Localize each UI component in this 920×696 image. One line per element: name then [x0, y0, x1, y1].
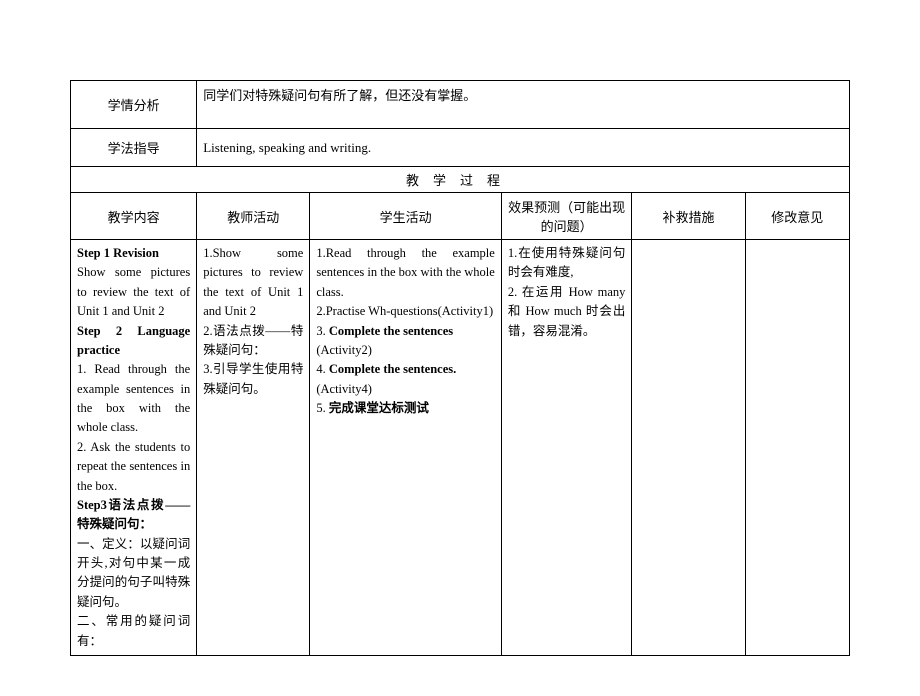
step1-text: Show some pictures to review the text of…: [77, 265, 190, 318]
teacher-2: 2.语法点拨——特殊疑问句：: [203, 324, 303, 357]
cell-prediction: 1.在使用特殊疑问句时会有难度, 2. 在运用 How many 和 How m…: [501, 240, 632, 656]
col-student: 学生活动: [310, 193, 501, 240]
student-3c: (Activity2): [316, 343, 372, 357]
row-method: 学法指导 Listening, speaking and writing.: [71, 129, 850, 167]
col-prediction: 效果预测（可能出现的问题）: [501, 193, 632, 240]
teacher-1: 1.Show some pictures to review the text …: [203, 246, 303, 318]
row-body: Step 1 Revision Show some pictures to re…: [71, 240, 850, 656]
student-4b: Complete the sentences.: [329, 362, 456, 376]
step1-title: Step 1 Revision: [77, 246, 159, 260]
row-column-headers: 教学内容 教师活动 学生活动 效果预测（可能出现的问题） 补救措施 修改意见: [71, 193, 850, 240]
cell-teacher: 1.Show some pictures to review the text …: [197, 240, 310, 656]
student-3b: Complete the sentences: [329, 324, 453, 338]
cell-content: Step 1 Revision Show some pictures to re…: [71, 240, 197, 656]
row-process-header: 教学过程: [71, 167, 850, 193]
teacher-3: 3.引导学生使用特殊疑问句。: [203, 362, 303, 395]
row-analysis: 学情分析 同学们对特殊疑问句有所了解，但还没有掌握。: [71, 81, 850, 129]
col-revision: 修改意见: [745, 193, 849, 240]
teaching-process-title: 教学过程: [71, 167, 850, 193]
value-analysis: 同学们对特殊疑问句有所了解，但还没有掌握。: [197, 81, 850, 129]
cell-remedy: [632, 240, 745, 656]
step2-item1: 1. Read through the example sentences in…: [77, 362, 190, 434]
student-4a: 4.: [316, 362, 329, 376]
step3-item2: 二、常用的疑问词有：: [77, 614, 190, 647]
student-4c: (Activity4): [316, 382, 372, 396]
cell-revision: [745, 240, 849, 656]
prediction-1: 1.在使用特殊疑问句时会有难度,: [508, 246, 626, 279]
student-3a: 3.: [316, 324, 329, 338]
value-method: Listening, speaking and writing.: [197, 129, 850, 167]
step2-title: Step 2 Language practice: [77, 324, 190, 357]
step3-title: Step3语法点拨——特殊疑问句：: [77, 498, 190, 531]
student-5a: 5.: [316, 401, 329, 415]
student-2: 2.Practise Wh-questions(Activity1): [316, 304, 493, 318]
label-method: 学法指导: [71, 129, 197, 167]
label-analysis: 学情分析: [71, 81, 197, 129]
step2-item2: 2. Ask the students to repeat the senten…: [77, 440, 190, 493]
step3-item1: 一、定义：以疑问词开头,对句中某一成分提问的句子叫特殊疑问句。: [77, 537, 190, 609]
col-remedy: 补救措施: [632, 193, 745, 240]
cell-student: 1.Read through the example sentences in …: [310, 240, 501, 656]
col-teacher: 教师活动: [197, 193, 310, 240]
student-5b: 完成课堂达标测试: [329, 401, 429, 415]
prediction-2: 2. 在运用 How many 和 How much 时会出错，容易混淆。: [508, 285, 626, 338]
lesson-plan-table: 学情分析 同学们对特殊疑问句有所了解，但还没有掌握。 学法指导 Listenin…: [70, 80, 850, 656]
student-1: 1.Read through the example sentences in …: [316, 246, 494, 299]
col-content: 教学内容: [71, 193, 197, 240]
